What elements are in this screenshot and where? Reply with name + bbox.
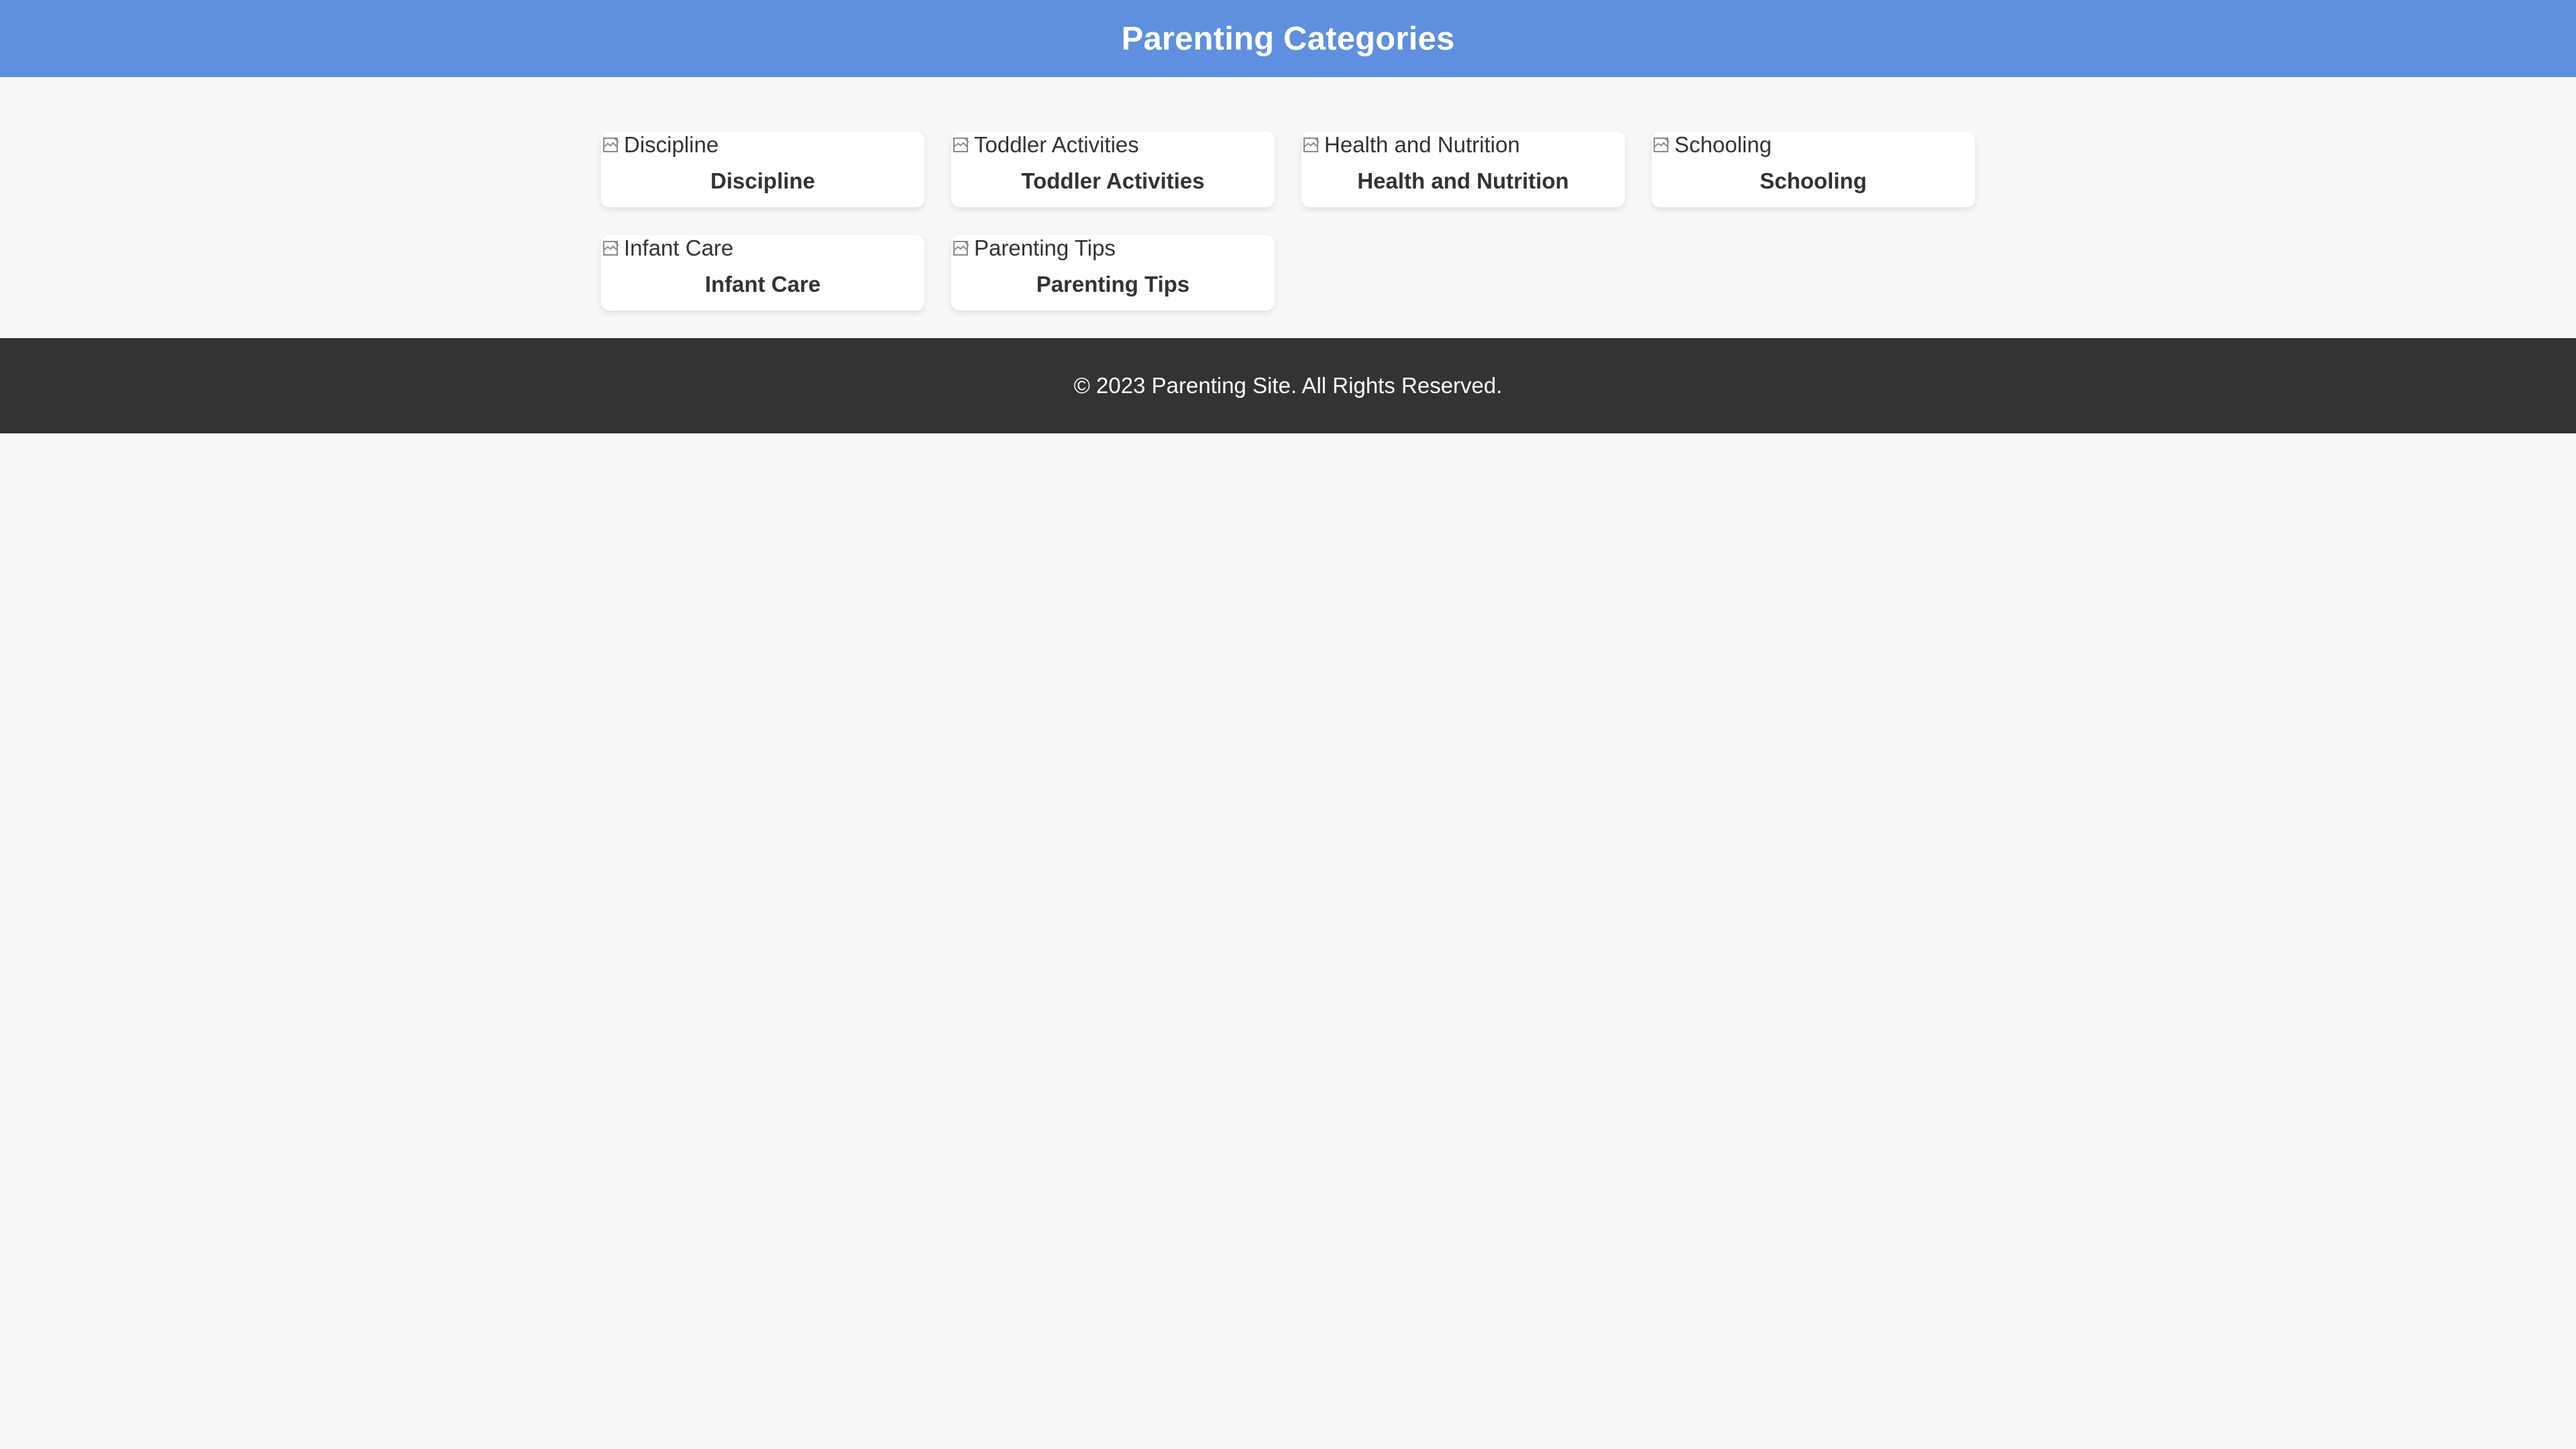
page-title: Parenting Categories [1121,20,1455,57]
broken-image-icon [1652,135,1672,155]
broken-image-icon [601,135,621,155]
category-image-parenting-tips: Parenting Tips [951,235,1116,262]
broken-image-icon [1301,135,1322,155]
copyright-text: © 2023 Parenting Site. All Rights Reserv… [1073,373,1503,398]
category-image-alt: Toddler Activities [974,132,1139,157]
category-title: Infant Care [704,272,821,297]
category-title: Discipline [710,168,815,193]
category-card-parenting-tips[interactable]: Parenting Tips Parenting Tips [951,235,1275,311]
category-grid: Discipline Discipline Toddler Activities… [601,131,1975,311]
category-image-alt: Discipline [624,132,719,157]
broken-image-icon [951,238,971,258]
site-footer: © 2023 Parenting Site. All Rights Reserv… [0,338,2576,433]
category-title: Toddler Activities [1021,168,1205,193]
category-card-health-and-nutrition[interactable]: Health and Nutrition Health and Nutritio… [1301,131,1625,207]
main-content: Discipline Discipline Toddler Activities… [0,77,2576,338]
category-card-toddler-activities[interactable]: Toddler Activities Toddler Activities [951,131,1275,207]
category-title: Health and Nutrition [1357,168,1569,193]
category-title: Schooling [1760,168,1867,193]
broken-image-icon [601,238,621,258]
category-image-alt: Health and Nutrition [1324,132,1520,157]
category-image-toddler-activities: Toddler Activities [951,131,1139,158]
category-title: Parenting Tips [1036,272,1190,297]
category-image-alt: Infant Care [624,235,734,260]
broken-image-icon [951,135,971,155]
category-image-schooling: Schooling [1652,131,1772,158]
category-image-health-and-nutrition: Health and Nutrition [1301,131,1520,158]
category-image-discipline: Discipline [601,131,718,158]
category-image-alt: Schooling [1674,132,1772,157]
category-image-infant-care: Infant Care [601,235,733,262]
site-header: Parenting Categories [0,0,2576,77]
category-image-alt: Parenting Tips [974,235,1116,260]
category-card-discipline[interactable]: Discipline Discipline [601,131,924,207]
category-card-infant-care[interactable]: Infant Care Infant Care [601,235,924,311]
category-card-schooling[interactable]: Schooling Schooling [1652,131,1975,207]
